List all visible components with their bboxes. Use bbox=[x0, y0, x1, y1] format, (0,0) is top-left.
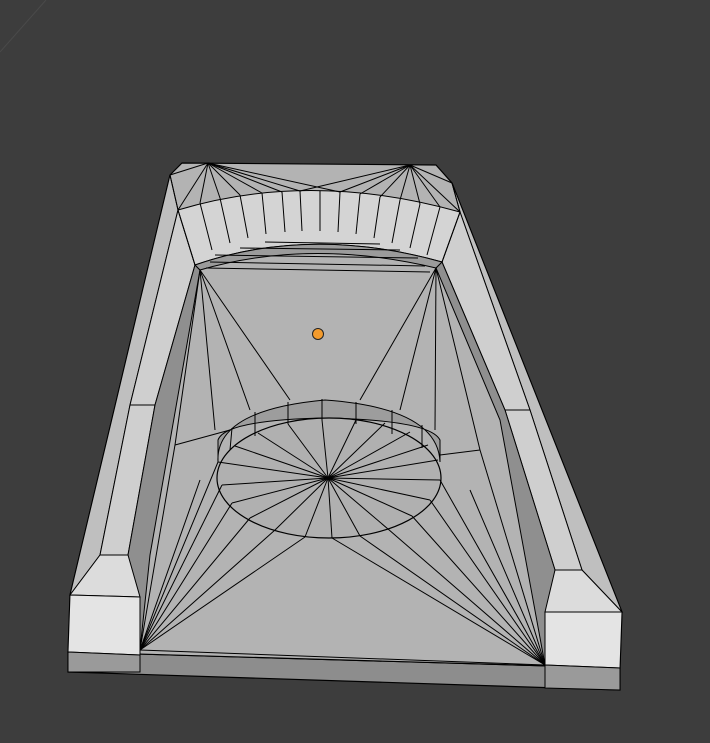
left-rail-end-bottom bbox=[67, 651, 141, 673]
right-rail-end-bottom bbox=[544, 664, 621, 691]
right-rail-end-front bbox=[544, 611, 623, 669]
mesh-scene[interactable] bbox=[0, 0, 710, 743]
left-rail-end-front bbox=[67, 594, 141, 656]
3d-viewport[interactable] bbox=[0, 0, 710, 743]
grid-line bbox=[0, 0, 47, 53]
object-origin-dot[interactable] bbox=[312, 328, 324, 340]
